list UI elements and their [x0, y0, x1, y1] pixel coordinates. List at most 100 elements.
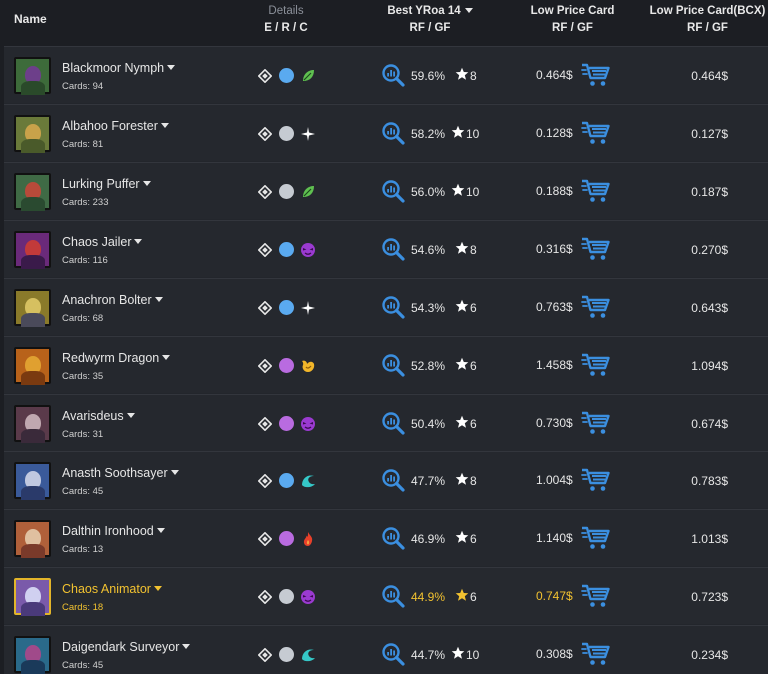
analytics-search-icon[interactable]	[381, 179, 405, 203]
card-thumbnail[interactable]	[14, 405, 51, 443]
analytics-search-icon[interactable]	[381, 295, 405, 319]
cart-icon[interactable]	[581, 525, 611, 551]
card-thumbnail[interactable]	[14, 57, 51, 95]
cart-icon[interactable]	[581, 120, 611, 146]
edition-icon	[257, 126, 273, 142]
table-row[interactable]: Daigendark Surveyor Cards: 45 44.7% 10 0.308…	[4, 625, 768, 674]
details-icons	[257, 242, 328, 258]
cart-icon[interactable]	[581, 467, 611, 493]
sort-desc-icon	[464, 8, 473, 13]
table-row[interactable]: Albahoo Forester Cards: 81 58.2% 10 0.128$ 0.…	[4, 104, 768, 161]
low-price-bcx-value: 0.674$	[691, 417, 728, 431]
card-name-dropdown[interactable]: Anachron Bolter	[62, 293, 163, 307]
details-icons	[257, 184, 328, 200]
gold-foil-level: 6	[470, 532, 477, 546]
card-count-label: Cards:	[62, 602, 90, 613]
cart-icon[interactable]	[581, 583, 611, 609]
table-row[interactable]: Avarisdeus Cards: 31 50.4% 6 0.730$ 0.674$	[4, 394, 768, 451]
analytics-search-icon[interactable]	[381, 237, 405, 261]
earth-icon	[300, 68, 316, 84]
analytics-search-icon[interactable]	[381, 411, 405, 435]
card-name-dropdown[interactable]: Albahoo Forester	[62, 119, 169, 133]
low-price-value: 1.004$	[536, 473, 573, 487]
card-name-dropdown[interactable]: Chaos Jailer	[62, 235, 143, 249]
card-count-value: 68	[92, 313, 104, 324]
analytics-search-icon[interactable]	[381, 121, 405, 145]
table-row[interactable]: Dalthin Ironhood Cards: 13 46.9% 6 1.140$ 1.0…	[4, 509, 768, 566]
low-price-value: 0.747$	[536, 589, 573, 603]
card-thumbnail[interactable]	[14, 231, 51, 269]
low-price-bcx-value: 0.643$	[691, 301, 728, 315]
card-name: Anachron Bolter	[62, 293, 152, 307]
card-name: Lurking Puffer	[62, 177, 140, 191]
best-yroa-value: 58.2%	[411, 127, 446, 141]
details-label: Details	[268, 5, 304, 17]
card-thumbnail[interactable]	[14, 520, 51, 558]
cart-icon[interactable]	[581, 294, 611, 320]
low-price-bcx-value: 0.723$	[691, 590, 728, 604]
analytics-search-icon[interactable]	[381, 526, 405, 550]
card-thumbnail[interactable]	[14, 462, 51, 500]
edition-icon	[257, 589, 273, 605]
column-header-low-price-bcx[interactable]: Low Price Card(BCX) RF / GF	[645, 3, 768, 37]
card-thumbnail[interactable]	[14, 289, 51, 327]
rarity-common-icon	[279, 184, 294, 199]
card-name-dropdown[interactable]: Avarisdeus	[62, 409, 135, 423]
edition-icon	[257, 531, 273, 547]
water-icon	[300, 473, 316, 489]
analytics-search-icon[interactable]	[381, 468, 405, 492]
star-icon	[455, 357, 469, 371]
card-name-dropdown[interactable]: Chaos Animator	[62, 582, 162, 596]
card-thumbnail[interactable]	[14, 636, 51, 674]
card-name-dropdown[interactable]: Dalthin Ironhood	[62, 524, 165, 538]
edition-icon	[257, 473, 273, 489]
cart-icon[interactable]	[581, 178, 611, 204]
caret-down-icon	[162, 355, 171, 360]
table-row[interactable]: Lurking Puffer Cards: 233 56.0% 10 0.188$ 0.1…	[4, 162, 768, 219]
card-name-dropdown[interactable]: Lurking Puffer	[62, 177, 151, 191]
cart-icon[interactable]	[581, 352, 611, 378]
card-thumbnail[interactable]	[14, 173, 51, 211]
caret-down-icon	[153, 586, 162, 591]
card-name-dropdown[interactable]: Daigendark Surveyor	[62, 640, 191, 654]
card-name-dropdown[interactable]: Redwyrm Dragon	[62, 351, 171, 365]
low-price-sublabel: RF / GF	[552, 22, 593, 34]
table-row[interactable]: Blackmoor Nymph Cards: 94 59.6% 8 0.464$ 0.46…	[4, 46, 768, 103]
death-icon	[300, 242, 316, 258]
cart-icon[interactable]	[581, 641, 611, 667]
edition-icon	[257, 68, 273, 84]
analytics-search-icon[interactable]	[381, 642, 405, 666]
card-thumbnail[interactable]	[14, 115, 51, 153]
card-count-value: 45	[92, 660, 104, 671]
table-row[interactable]: Anachron Bolter Cards: 68 54.3% 6 0.763$ 0.64…	[4, 278, 768, 335]
card-name-dropdown[interactable]: Blackmoor Nymph	[62, 61, 176, 75]
analytics-search-icon[interactable]	[381, 63, 405, 87]
column-header-low-price[interactable]: Low Price Card RF / GF	[525, 3, 620, 37]
table-row[interactable]: Chaos Animator Cards: 18 44.9% 6 0.747$ 0.723…	[4, 567, 768, 624]
caret-down-icon	[160, 123, 169, 128]
card-name-dropdown[interactable]: Anasth Soothsayer	[62, 466, 179, 480]
gold-foil-level: 8	[470, 474, 477, 488]
analytics-search-icon[interactable]	[381, 584, 405, 608]
rarity-epic-icon	[279, 416, 294, 431]
analytics-search-icon[interactable]	[381, 353, 405, 377]
card-thumbnail[interactable]	[14, 347, 51, 385]
card-thumbnail[interactable]	[14, 578, 51, 616]
low-price-bcx-value: 0.234$	[691, 648, 728, 662]
low-price-bcx-value: 0.270$	[691, 243, 728, 257]
star-icon	[455, 67, 469, 81]
cart-icon[interactable]	[581, 236, 611, 262]
edition-icon	[257, 300, 273, 316]
gold-foil-level: 10	[466, 127, 480, 141]
column-header-name[interactable]: Name	[14, 12, 47, 26]
cart-icon[interactable]	[581, 410, 611, 436]
table-row[interactable]: Anasth Soothsayer Cards: 45 47.7% 8 1.004$ 0.…	[4, 451, 768, 508]
cart-icon[interactable]	[581, 62, 611, 88]
low-price-value: 0.316$	[536, 242, 573, 256]
card-count-value: 13	[92, 544, 104, 555]
table-row[interactable]: Chaos Jailer Cards: 116 54.6% 8 0.316$ 0.270$	[4, 220, 768, 277]
star-icon	[455, 472, 469, 486]
table-row[interactable]: Redwyrm Dragon Cards: 35 52.8% 6 1.458$ 1.094…	[4, 336, 768, 393]
card-name: Anasth Soothsayer	[62, 466, 168, 480]
column-header-best-yroa[interactable]: Best YRoa 14 RF / GF	[370, 3, 490, 37]
